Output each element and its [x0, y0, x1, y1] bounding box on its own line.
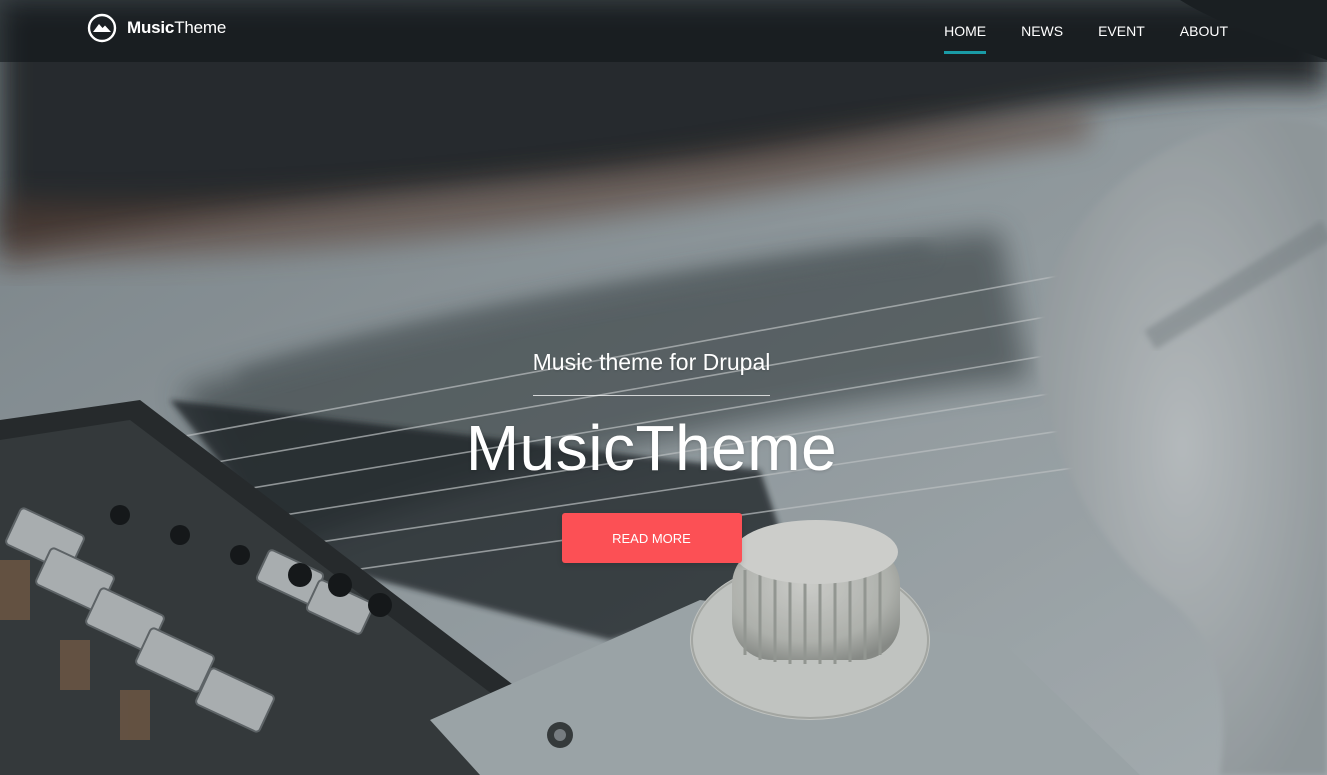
read-more-button[interactable]: READ MORE [561, 513, 742, 563]
mountain-circle-icon [87, 13, 117, 43]
nav-item-home[interactable]: HOME [944, 17, 987, 54]
site-name: MusicTheme [127, 18, 226, 38]
nav-item-news[interactable]: NEWS [1021, 17, 1063, 45]
nav-item-about[interactable]: ABOUT [1180, 17, 1228, 45]
site-header: MusicTheme HOME NEWS EVENT ABOUT [0, 0, 1327, 62]
main-nav: HOME NEWS EVENT ABOUT [909, 0, 1228, 62]
site-name-light: Theme [174, 18, 227, 37]
hero-title: MusicTheme [465, 412, 838, 484]
nav-item-event[interactable]: EVENT [1098, 17, 1145, 45]
page: MusicTheme HOME NEWS EVENT ABOUT Music t… [0, 0, 1327, 775]
site-logo[interactable]: MusicTheme [87, 13, 226, 43]
site-name-bold: Music [127, 18, 175, 37]
hero-content: Music theme for Drupal MusicTheme READ M… [0, 345, 1303, 563]
hero-subtitle: Music theme for Drupal [532, 345, 771, 396]
